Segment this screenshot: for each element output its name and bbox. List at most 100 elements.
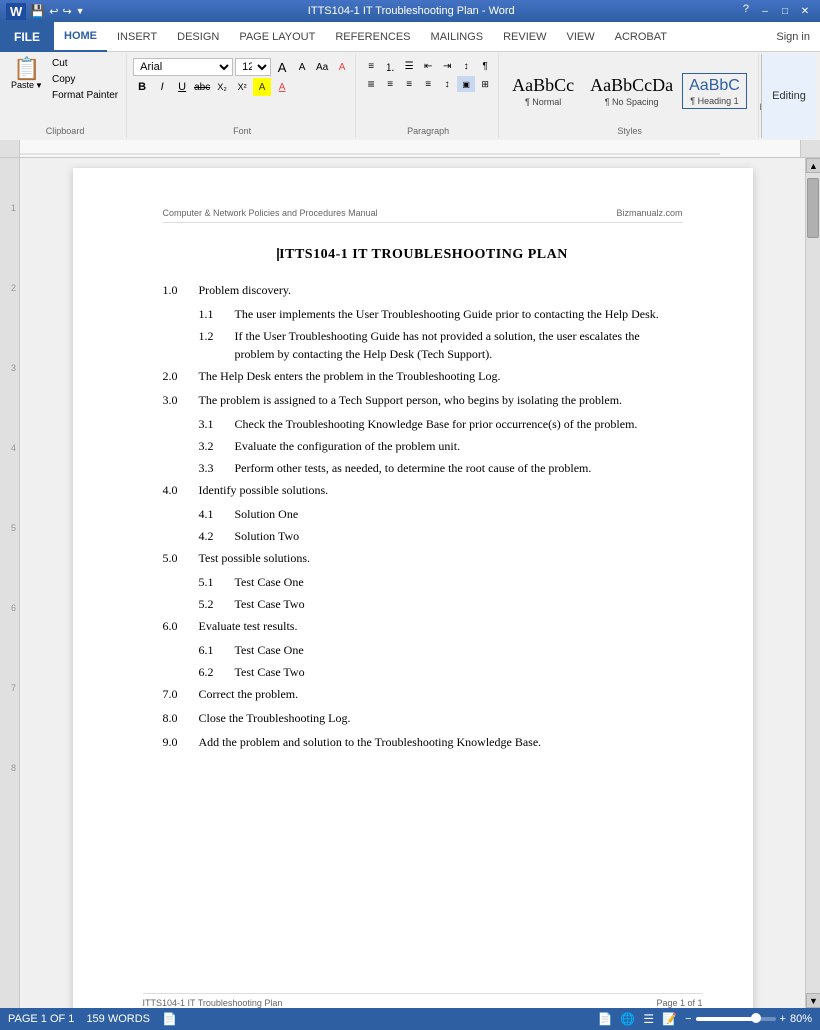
tab-home[interactable]: HOME	[54, 22, 107, 52]
style-no-spacing-label: ¶ No Spacing	[605, 97, 659, 107]
title-bar-left: W 💾 ↩ ↪ ▼	[6, 3, 85, 20]
sub-number: 3.3	[199, 459, 235, 477]
decrease-indent-btn[interactable]: ⇤	[419, 58, 437, 74]
quick-access-undo[interactable]: ↩	[49, 5, 58, 18]
align-center-btn[interactable]: ≡	[381, 76, 399, 92]
multilevel-btn[interactable]: ☰	[400, 58, 418, 74]
item-text: Evaluate test results.	[199, 617, 683, 635]
item-text: Test possible solutions.	[199, 549, 683, 567]
text-highlight-btn[interactable]: A	[253, 78, 271, 96]
left-margin: 1 2 3 4 5 6 7 8	[0, 158, 20, 1008]
subscript-btn[interactable]: X₂	[213, 78, 231, 96]
quick-access-redo[interactable]: ↪	[62, 5, 71, 18]
zoom-slider[interactable]	[696, 1017, 776, 1021]
style-no-spacing[interactable]: AaBbCcDa ¶ No Spacing	[583, 72, 680, 110]
scroll-thumb[interactable]	[807, 178, 819, 238]
view-web-btn[interactable]: 🌐	[620, 1012, 635, 1026]
sub-number: 5.2	[199, 595, 235, 613]
list-item: 9.0 Add the problem and solution to the …	[163, 733, 683, 751]
document-content[interactable]: 1.0 Problem discovery. 1.1 The user impl…	[163, 281, 683, 751]
paste-dropdown-icon[interactable]: ▼	[35, 81, 43, 90]
scroll-down-btn[interactable]: ▼	[806, 993, 820, 1008]
italic-btn[interactable]: I	[153, 78, 171, 96]
bullets-btn[interactable]: ≡	[362, 58, 380, 74]
sub-number: 3.1	[199, 415, 235, 433]
change-case-btn[interactable]: Aa	[313, 58, 331, 76]
document-title: ITTS104-1 IT TROUBLESHOOTING PLAN	[163, 247, 683, 263]
view-draft-btn[interactable]: 📝	[662, 1012, 677, 1026]
word-count: 159 WORDS	[86, 1013, 150, 1025]
show-hide-btn[interactable]: ¶	[476, 58, 494, 74]
superscript-btn[interactable]: X²	[233, 78, 251, 96]
sign-in-btn[interactable]: Sign in	[766, 22, 820, 51]
format-painter-button[interactable]: Format Painter	[48, 88, 122, 103]
quick-access-more[interactable]: ▼	[76, 6, 85, 16]
sort-btn[interactable]: ↕	[457, 58, 475, 74]
list-item: 6.2 Test Case Two	[163, 663, 683, 681]
maximize-btn[interactable]: □	[776, 3, 794, 19]
minimize-btn[interactable]: –	[756, 3, 774, 19]
strikethrough-btn[interactable]: abc	[193, 78, 211, 96]
style-heading1[interactable]: AaBbC ¶ Heading 1	[682, 73, 747, 108]
tab-page-layout[interactable]: PAGE LAYOUT	[229, 22, 325, 52]
shrink-font-btn[interactable]: A	[293, 58, 311, 76]
zoom-out-btn[interactable]: −	[685, 1013, 691, 1025]
clipboard-right: Cut Copy Format Painter	[48, 56, 122, 124]
tab-review[interactable]: REVIEW	[493, 22, 556, 52]
paste-button[interactable]: 📋 Paste ▼	[8, 56, 46, 124]
tab-mailings[interactable]: MAILINGS	[421, 22, 494, 52]
sub-number: 4.1	[199, 505, 235, 523]
shading-btn[interactable]: ▣	[457, 76, 475, 92]
zoom-in-btn[interactable]: +	[780, 1013, 786, 1025]
tab-view[interactable]: VIEW	[557, 22, 605, 52]
title-bar-controls: ? – □ ✕	[738, 3, 814, 19]
view-outline-btn[interactable]: ☰	[643, 1012, 654, 1026]
cut-button[interactable]: Cut	[48, 56, 122, 71]
file-tab[interactable]: FILE	[0, 22, 54, 52]
list-item: 4.1 Solution One	[163, 505, 683, 523]
font-family-select[interactable]: Arial	[133, 58, 233, 76]
borders-btn[interactable]: ⊞	[476, 76, 494, 92]
item-text: Problem discovery.	[199, 281, 683, 299]
view-print-btn[interactable]: 📄	[597, 1012, 612, 1026]
clear-formatting-btn[interactable]: A	[333, 58, 351, 76]
scroll-track[interactable]	[806, 173, 820, 993]
style-heading1-preview: AaBbC	[689, 76, 740, 95]
list-item: 3.2 Evaluate the configuration of the pr…	[163, 437, 683, 455]
sub-number: 6.1	[199, 641, 235, 659]
style-normal[interactable]: AaBbCc ¶ Normal	[505, 72, 581, 110]
style-heading1-label: ¶ Heading 1	[690, 96, 738, 106]
para-row-1: ≡ ⒈ ☰ ⇤ ⇥ ↕ ¶	[362, 58, 494, 74]
font-color-btn[interactable]: A	[273, 78, 291, 96]
page-header: Computer & Network Policies and Procedur…	[163, 208, 683, 223]
tab-design[interactable]: DESIGN	[167, 22, 229, 52]
item-number: 7.0	[163, 685, 199, 703]
item-text: Correct the problem.	[199, 685, 683, 703]
item-number: 9.0	[163, 733, 199, 751]
tab-references[interactable]: REFERENCES	[325, 22, 420, 52]
numbering-btn[interactable]: ⒈	[381, 58, 399, 74]
align-right-btn[interactable]: ≡	[400, 76, 418, 92]
tab-insert[interactable]: INSERT	[107, 22, 167, 52]
list-item: 4.0 Identify possible solutions.	[163, 481, 683, 499]
align-left-btn[interactable]: ≡	[362, 76, 380, 92]
help-btn[interactable]: ?	[738, 3, 754, 19]
tab-acrobat[interactable]: ACROBAT	[605, 22, 677, 52]
grow-font-btn[interactable]: A	[273, 58, 291, 76]
line-spacing-btn[interactable]: ↕	[438, 76, 456, 92]
copy-button[interactable]: Copy	[48, 72, 122, 87]
increase-indent-btn[interactable]: ⇥	[438, 58, 456, 74]
ruler-right-side	[800, 140, 820, 157]
quick-access-save[interactable]: 💾	[30, 4, 45, 18]
justify-btn[interactable]: ≡	[419, 76, 437, 92]
close-btn[interactable]: ✕	[796, 3, 814, 19]
zoom-thumb[interactable]	[751, 1013, 761, 1023]
paragraph-group: ≡ ⒈ ☰ ⇤ ⇥ ↕ ¶ ≡ ≡ ≡ ≡ ↕ ▣ ⊞ Paragraph	[358, 54, 499, 138]
font-size-select[interactable]: 12	[235, 58, 271, 76]
font-row-1: Arial 12 A A Aa A	[133, 58, 351, 76]
scroll-up-btn[interactable]: ▲	[806, 158, 820, 173]
proofing-icon[interactable]: 📄	[162, 1012, 177, 1026]
bold-btn[interactable]: B	[133, 78, 151, 96]
underline-btn[interactable]: U	[173, 78, 191, 96]
font-group: Arial 12 A A Aa A B I U abc X₂ X² A A	[129, 54, 356, 138]
